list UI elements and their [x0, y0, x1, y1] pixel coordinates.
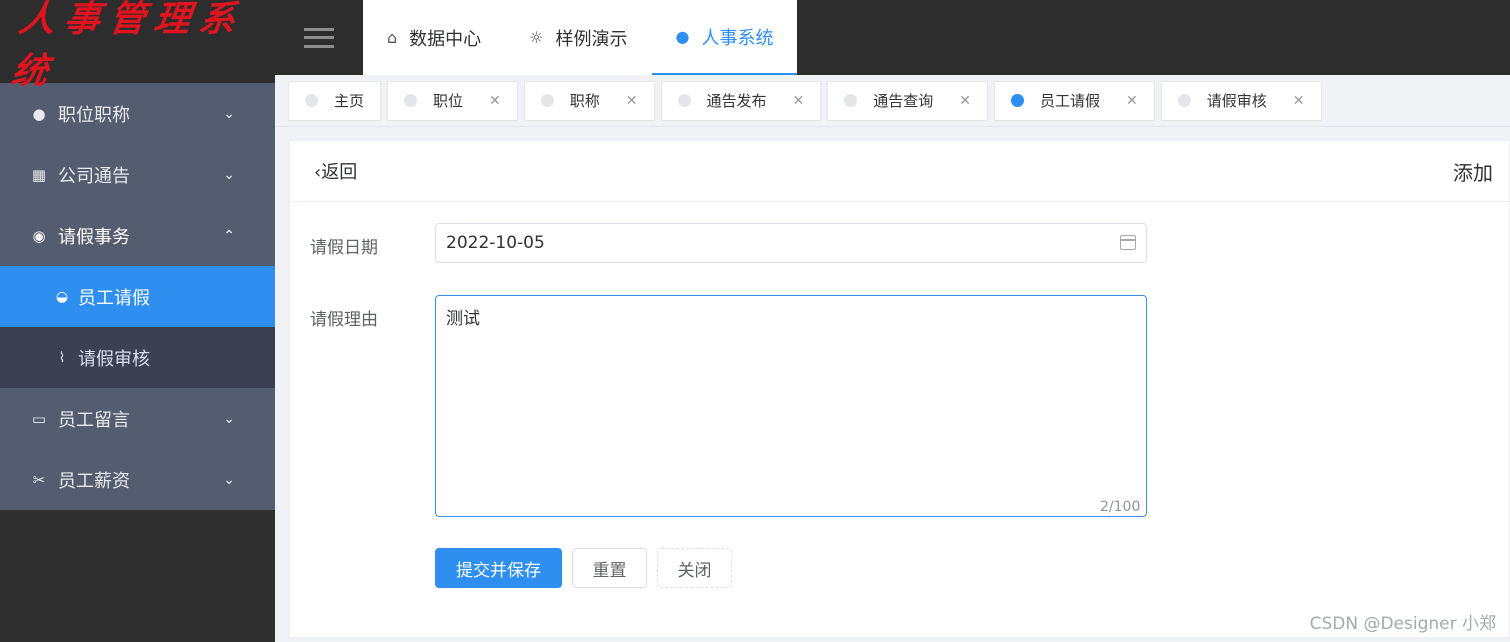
info-icon: ● [675, 27, 690, 46]
tag-dot-icon [305, 94, 318, 107]
sidebar-item-label: 员工留言 [58, 409, 130, 431]
app-logo[interactable]: 人事管理系统 [0, 0, 275, 92]
back-button[interactable]: ‹返回 [314, 158, 357, 184]
sidebar-item-label: 员工薪资 [58, 470, 130, 492]
chevron-down-icon: ⌄ [223, 166, 235, 183]
globe-icon: ◉ [32, 226, 46, 245]
tag-dot-icon [540, 94, 554, 107]
submit-save-button[interactable]: 提交并保存 [435, 548, 562, 588]
date-value: 2022-10-05 [446, 233, 545, 253]
tag-label: 通告查询 [873, 92, 934, 110]
window-icon: ▭ [31, 409, 47, 428]
close-icon[interactable]: ✕ [626, 93, 638, 109]
tag-label: 请假审核 [1206, 92, 1267, 110]
close-button[interactable]: 关闭 [657, 548, 732, 588]
date-label: 请假日期 [310, 238, 378, 258]
back-label: 返回 [321, 162, 358, 183]
sidebar-item-label: 请假事务 [58, 226, 130, 248]
tab-label: 数据中心 [409, 28, 482, 50]
reset-button[interactable]: 重置 [572, 548, 647, 588]
main-panel: ‹返回 添加 请假日期 2022-10-05 请假理由 测试 2/100 提交并… [289, 140, 1510, 638]
form-row-date: 请假日期 [310, 233, 435, 258]
tag-title[interactable]: 职称 ✕ [523, 80, 655, 121]
tag-notice-publish[interactable]: 通告发布 ✕ [660, 80, 822, 121]
tag-dot-icon [404, 94, 418, 107]
chevron-down-icon: ⌄ [223, 105, 235, 122]
tag-label: 主页 [334, 92, 365, 110]
circle-arrow-icon: ◒ [55, 288, 69, 305]
watermark: CSDN @Designer 小郑 [1309, 614, 1496, 634]
calendar-icon[interactable] [1120, 235, 1136, 250]
tab-label: 人事系统 [701, 27, 774, 49]
leave-reason-textarea[interactable]: 测试 [435, 295, 1147, 517]
top-navbar: ⌂ 数据中心 ☼ 样例演示 ● 人事系统 [275, 0, 1510, 75]
tag-position[interactable]: 职位 ✕ [387, 80, 518, 121]
menu-toggle-button[interactable] [275, 0, 363, 75]
tag-label: 职位 [433, 92, 464, 110]
chevron-up-icon: ⌃ [223, 227, 235, 244]
tag-dot-icon [1177, 94, 1191, 107]
sidebar-menu: ● 职位职称 ⌄ ▦ 公司通告 ⌄ ◉ 请假事务 ⌃ ◒ 员工请假 ⌇ 请假审核… [0, 83, 275, 510]
close-icon[interactable]: ✕ [1293, 93, 1305, 109]
sidebar-subitem-label: 请假审核 [78, 348, 150, 370]
sidebar-item-company-notice[interactable]: ▦ 公司通告 ⌄ [0, 144, 275, 205]
sidebar-item-label: 公司通告 [58, 165, 130, 187]
sidebar-item-position-title[interactable]: ● 职位职称 ⌄ [0, 83, 275, 144]
tags-view: 主页 职位 ✕ 职称 ✕ 通告发布 ✕ 通告查询 ✕ 员工请假 ✕ 请假审核 ✕ [275, 75, 1510, 127]
sidebar-item-label: 职位职称 [58, 104, 130, 126]
tag-label: 通告发布 [706, 92, 767, 110]
tag-label: 员工请假 [1040, 92, 1101, 110]
tools-icon: ✂ [32, 470, 46, 489]
chevron-down-icon: ⌄ [223, 471, 235, 488]
reason-label: 请假理由 [310, 310, 378, 330]
tag-dot-icon [677, 94, 691, 107]
page-title: 添加 [1453, 160, 1493, 185]
close-icon[interactable]: ✕ [489, 93, 501, 109]
top-nav-tabs: ⌂ 数据中心 ☼ 样例演示 ● 人事系统 [363, 0, 798, 75]
sidebar-subitem-label: 员工请假 [78, 287, 150, 309]
grid-icon: ▦ [31, 165, 47, 184]
char-counter: 2/100 [1100, 499, 1141, 515]
tag-notice-query[interactable]: 通告查询 ✕ [827, 80, 989, 121]
close-icon[interactable]: ✕ [959, 93, 971, 109]
page-header: ‹返回 添加 [290, 141, 1509, 202]
tag-employee-leave[interactable]: 员工请假 ✕ [994, 80, 1155, 121]
sidebar-item-employee-salary[interactable]: ✂ 员工薪资 ⌄ [0, 449, 275, 510]
sidebar-subitem-employee-leave[interactable]: ◒ 员工请假 [0, 266, 275, 327]
tag-label: 职称 [569, 92, 600, 110]
sidebar-item-leave-affairs[interactable]: ◉ 请假事务 ⌃ [0, 205, 275, 266]
lightbulb-icon: ☼ [529, 28, 544, 47]
tag-dot-icon [1011, 94, 1025, 107]
form-row-reason: 请假理由 [310, 305, 435, 330]
info-circle-icon: ● [32, 104, 46, 123]
close-icon[interactable]: ✕ [793, 93, 805, 109]
hamburger-icon [304, 27, 334, 48]
tag-dot-icon [844, 94, 858, 107]
sidebar-subitem-leave-review[interactable]: ⌇ 请假审核 [0, 327, 275, 388]
sidebar: 人事管理系统 ● 职位职称 ⌄ ▦ 公司通告 ⌄ ◉ 请假事务 ⌃ ◒ 员工请假… [0, 0, 275, 642]
tag-home[interactable]: 主页 [288, 80, 382, 121]
tab-label: 样例演示 [555, 28, 628, 50]
leave-date-picker[interactable]: 2022-10-05 [435, 223, 1147, 263]
tab-demo[interactable]: ☼ 样例演示 [505, 0, 651, 75]
tab-data-center[interactable]: ⌂ 数据中心 [363, 0, 505, 75]
sidebar-item-employee-message[interactable]: ▭ 员工留言 ⌄ [0, 388, 275, 449]
close-icon[interactable]: ✕ [1126, 93, 1138, 109]
chevron-down-icon: ⌄ [223, 410, 235, 427]
logo-text: 人事管理系统 [8, 0, 248, 92]
home-icon: ⌂ [387, 28, 398, 47]
paperclip-icon: ⌇ [58, 349, 66, 366]
tab-hr-system[interactable]: ● 人事系统 [651, 0, 798, 75]
tag-leave-review[interactable]: 请假审核 ✕ [1160, 80, 1322, 121]
